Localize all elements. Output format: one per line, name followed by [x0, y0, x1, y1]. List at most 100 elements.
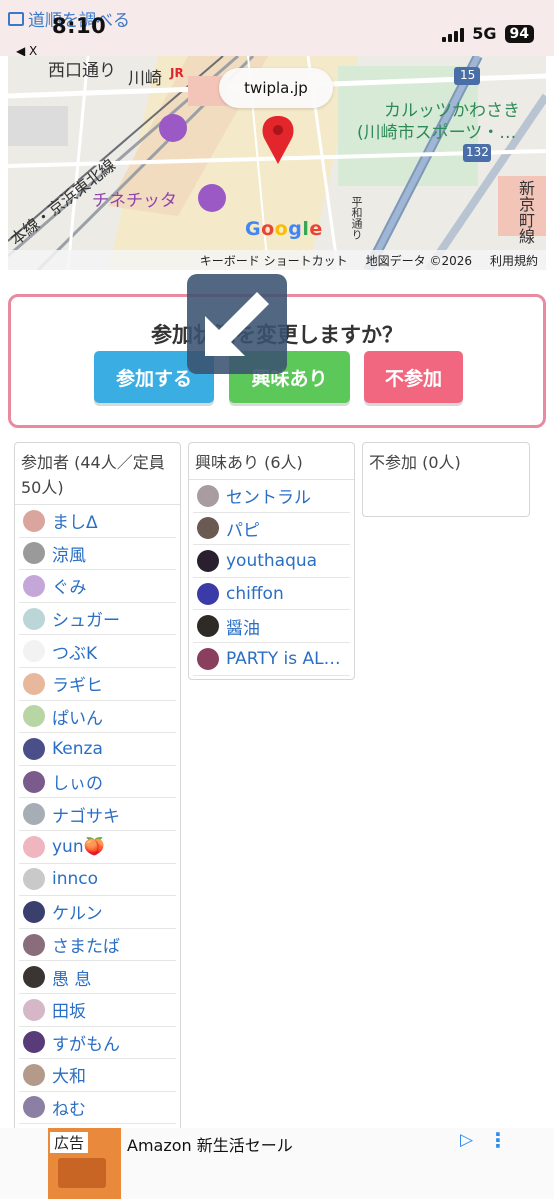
ad-banner[interactable]: 広告 Amazon 新生活セール ▷ ⋮	[0, 1128, 554, 1199]
member-item[interactable]: ぐみ	[19, 570, 176, 603]
map-label-kawasaki: 川崎	[128, 69, 162, 89]
member-name-link[interactable]: Kenza	[52, 739, 103, 759]
member-item[interactable]: 田坂	[19, 994, 176, 1027]
map-label-cinecitta: チネチッタ	[92, 191, 177, 211]
url-pill[interactable]: twipla.jp	[219, 68, 333, 108]
member-item[interactable]: ましΔ	[19, 505, 176, 538]
member-item[interactable]: 大和	[19, 1059, 176, 1092]
avatar	[23, 672, 45, 695]
member-item[interactable]: ぱいん	[19, 701, 176, 734]
external-window-icon	[8, 11, 24, 26]
member-name-link[interactable]: ぱいん	[52, 704, 103, 729]
declined-header: 不参加 (0人)	[369, 453, 461, 472]
avatar	[197, 517, 219, 540]
route-15-shield: 15	[460, 68, 476, 82]
avatar	[23, 1063, 45, 1086]
avatar	[23, 574, 45, 597]
member-name-link[interactable]: すがもん	[52, 1030, 120, 1055]
member-name-link[interactable]: 醤油	[226, 614, 260, 639]
member-name-link[interactable]: ましΔ	[52, 508, 98, 533]
avatar	[23, 509, 45, 532]
member-item[interactable]: chiffon	[193, 578, 350, 611]
member-name-link[interactable]: しぃの	[52, 769, 103, 794]
avatar	[197, 615, 219, 638]
member-name-link[interactable]: 愚 息	[52, 965, 91, 990]
avatar	[23, 705, 45, 728]
member-name-link[interactable]: ケルン	[52, 899, 103, 924]
avatar	[197, 549, 219, 572]
member-name-link[interactable]: ぐみ	[52, 573, 87, 598]
clock: 8:10	[52, 14, 107, 38]
member-item[interactable]: PARTY is AL…	[193, 643, 350, 676]
member-name-link[interactable]: youthaqua	[226, 551, 317, 571]
member-item[interactable]: さまたば	[19, 929, 176, 962]
member-name-link[interactable]: ラギヒ	[52, 671, 103, 696]
route-132-shield: 132	[466, 145, 489, 159]
map-label-shinmachi: 新京町線	[516, 180, 535, 244]
member-name-link[interactable]: innco	[52, 869, 98, 889]
attending-header: 参加者 (44人／定員50人)	[15, 443, 180, 505]
member-item[interactable]: 涼風	[19, 538, 176, 571]
ad-more-icon[interactable]: ⋮	[488, 1128, 508, 1152]
member-name-link[interactable]: つぶK	[52, 639, 97, 664]
ad-choices-icon[interactable]: ▷	[460, 1130, 473, 1150]
member-item[interactable]: すがもん	[19, 1027, 176, 1060]
avatar	[23, 900, 45, 923]
interested-header: 興味あり (6人)	[189, 443, 354, 480]
map-label-jr: JR	[170, 66, 184, 80]
member-name-link[interactable]: シュガー	[52, 606, 120, 631]
avatar	[23, 835, 45, 858]
member-item[interactable]: セントラル	[193, 480, 350, 513]
interested-list: セントラルパピ youthaqua chiffon 醤油 PARTY is AL…	[189, 480, 354, 676]
avatar	[23, 737, 45, 760]
map-label-heiwa: 平和通り	[350, 196, 363, 240]
member-item[interactable]: youthaqua	[193, 545, 350, 578]
member-item[interactable]: 愚 息	[19, 961, 176, 994]
status-bar: 道順を調べる 8:10 ◀ X 5G 94	[0, 0, 554, 58]
member-name-link[interactable]: セントラル	[226, 483, 311, 508]
member-name-link[interactable]: 田坂	[52, 997, 86, 1022]
member-item[interactable]: ねむ	[19, 1092, 176, 1125]
member-name-link[interactable]: ねむ	[52, 1095, 86, 1120]
google-logo: Google	[245, 218, 323, 240]
member-name-link[interactable]: PARTY is AL…	[226, 649, 341, 669]
member-item[interactable]: パピ	[193, 513, 350, 546]
avatar	[23, 640, 45, 663]
map[interactable]: 西口通り 川崎 JR カルッツかわさき (川崎市スポーツ・… 15 132 チネ…	[8, 56, 546, 270]
member-item[interactable]: しぃの	[19, 766, 176, 799]
member-name-link[interactable]: ナゴサキ	[52, 802, 120, 827]
member-name-link[interactable]: chiffon	[226, 584, 284, 604]
member-item[interactable]: つぶK	[19, 635, 176, 668]
member-item[interactable]: シュガー	[19, 603, 176, 636]
member-name-link[interactable]: 大和	[52, 1062, 86, 1087]
decline-button[interactable]: 不参加	[364, 351, 463, 403]
terms-link[interactable]: 利用規約	[490, 252, 538, 269]
interested-column: 興味あり (6人) セントラルパピ youthaqua chiffon 醤油 PARTY…	[188, 442, 355, 680]
avatar	[23, 607, 45, 630]
member-item[interactable]: innco	[19, 864, 176, 897]
member-item[interactable]: 醤油	[193, 610, 350, 643]
attending-column: 参加者 (44人／定員50人) ましΔ 涼風ぐみシュガーつぶK ラギヒぱいん Kenz…	[14, 442, 181, 1142]
avatar	[23, 542, 45, 565]
member-name-link[interactable]: さまたば	[52, 932, 120, 957]
member-item[interactable]: ナゴサキ	[19, 798, 176, 831]
keyboard-shortcuts-link[interactable]: キーボード ショートカット	[200, 252, 348, 269]
member-item[interactable]: yun🍑	[19, 831, 176, 864]
avatar	[23, 1096, 45, 1119]
ad-title[interactable]: Amazon 新生活セール	[127, 1132, 293, 1156]
map-data-credit: 地図データ ©2026	[365, 253, 472, 268]
signal-icon	[442, 26, 465, 42]
avatar	[23, 770, 45, 793]
member-name-link[interactable]: 涼風	[52, 541, 86, 566]
member-name-link[interactable]: yun🍑	[52, 837, 105, 857]
map-footer: キーボード ショートカット 地図データ ©2026 利用規約	[8, 250, 546, 270]
member-item[interactable]: Kenza	[19, 733, 176, 766]
network-type: 5G	[472, 24, 497, 43]
member-item[interactable]: ケルン	[19, 896, 176, 929]
member-name-link[interactable]: パピ	[226, 516, 260, 541]
avatar	[197, 647, 219, 670]
avatar	[197, 582, 219, 605]
member-item[interactable]: ラギヒ	[19, 668, 176, 701]
map-label-nishiguchi: 西口通り	[48, 61, 116, 81]
assistive-touch-button[interactable]	[187, 274, 287, 374]
